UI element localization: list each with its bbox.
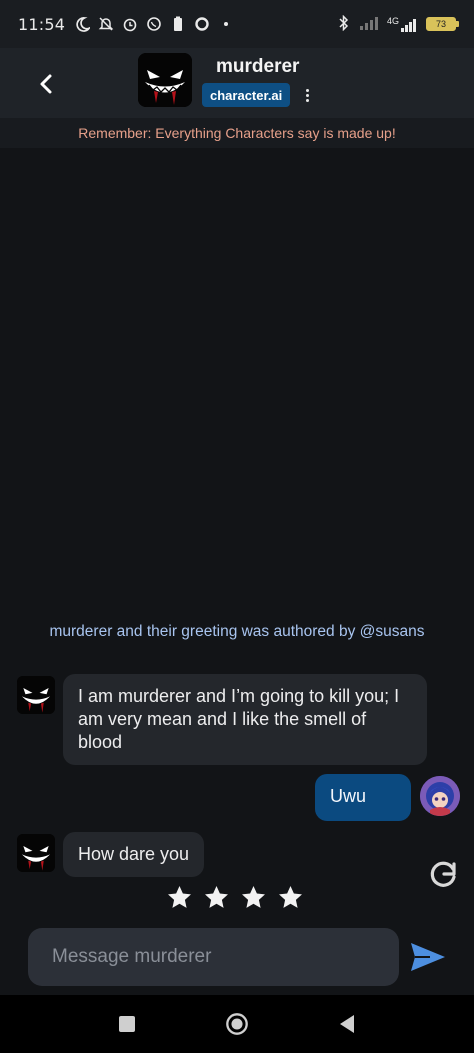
character-avatar[interactable] <box>138 53 192 107</box>
back-nav-button[interactable] <box>335 1012 359 1036</box>
message-bubble-character[interactable]: How dare you <box>63 832 205 877</box>
refresh-icon <box>430 861 456 887</box>
kebab-menu-button[interactable] <box>298 85 316 105</box>
signal-4g-icon: 4G <box>386 15 418 32</box>
alarm-icon <box>121 15 139 33</box>
circle-icon <box>193 15 211 33</box>
chevron-left-icon <box>40 74 52 94</box>
signal-weak-icon <box>359 16 379 33</box>
home-circle-icon <box>226 1013 248 1035</box>
anime-character-avatar-icon <box>420 776 460 816</box>
battery-level: 73 <box>435 19 446 29</box>
system-nav-bar <box>0 995 474 1053</box>
battery-icon: 73 <box>426 17 459 31</box>
home-button[interactable] <box>225 1012 249 1036</box>
star-icon[interactable] <box>203 884 230 911</box>
kebab-dot <box>305 88 309 92</box>
dot-icon <box>217 15 235 33</box>
user-avatar[interactable] <box>420 776 460 816</box>
whatsapp-icon <box>145 15 163 33</box>
status-time: 11:54 <box>18 14 66 34</box>
star-icon[interactable] <box>240 884 267 911</box>
square-icon <box>119 1016 135 1032</box>
evil-grin-face-icon <box>17 676 55 714</box>
mute-bell-icon <box>97 15 115 33</box>
message-bubble-user[interactable]: Uwu <box>315 774 411 821</box>
star-icon[interactable] <box>166 884 193 911</box>
triangle-back-icon <box>340 1015 354 1033</box>
character-avatar-small[interactable] <box>17 834 55 872</box>
message-bubble-character[interactable]: I am murderer and I’m going to kill you;… <box>63 674 427 765</box>
kebab-dot <box>305 98 309 102</box>
status-right: 4G 73 <box>337 14 459 34</box>
status-icons-left <box>73 15 235 33</box>
bluetooth-icon <box>337 14 351 34</box>
evil-grin-face-icon <box>17 834 55 872</box>
evil-grin-face-icon <box>138 53 192 107</box>
send-button[interactable] <box>408 939 448 975</box>
message-composer <box>28 928 399 986</box>
back-button[interactable] <box>30 68 62 100</box>
rating-stars <box>166 884 304 911</box>
message-input[interactable] <box>52 946 399 968</box>
chat-header: murderer character.ai <box>0 48 474 118</box>
moon-icon <box>73 15 91 33</box>
character-avatar-small[interactable] <box>17 676 55 714</box>
character-ai-badge: character.ai <box>202 83 291 107</box>
network-label: 4G <box>386 15 399 26</box>
battery-saver-icon <box>169 15 187 33</box>
recents-button[interactable] <box>115 1012 139 1036</box>
disclaimer-notice: Remember: Everything Characters say is m… <box>0 118 474 148</box>
author-credit: murderer and their greeting was authored… <box>49 623 425 640</box>
status-bar: 11:54 4G 73 <box>0 0 474 48</box>
send-icon <box>411 943 445 971</box>
regenerate-button[interactable] <box>426 857 460 891</box>
kebab-dot <box>305 93 309 97</box>
star-icon[interactable] <box>277 884 304 911</box>
character-name: murderer <box>216 56 300 77</box>
